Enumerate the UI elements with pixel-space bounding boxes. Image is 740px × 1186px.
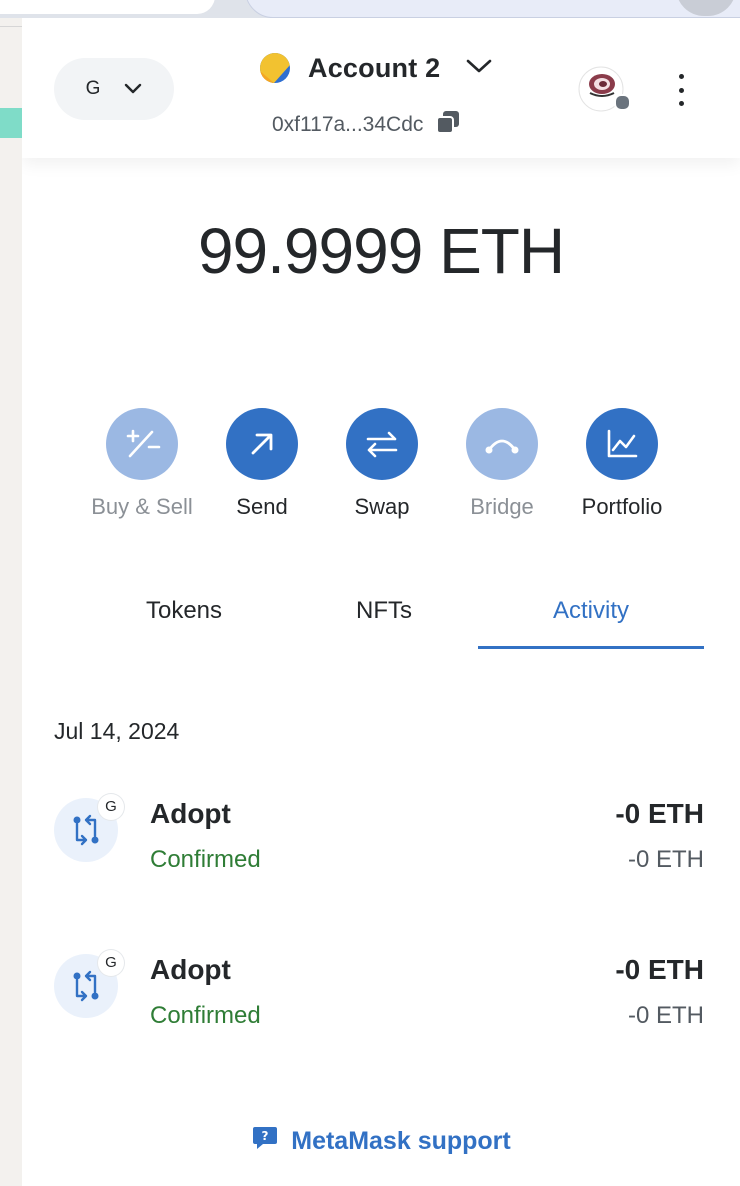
transaction-row[interactable]: G Adopt Confirmed -0 ETH -0 ETH: [54, 944, 704, 1034]
transaction-title: Adopt: [150, 954, 231, 985]
account-avatar-icon: [260, 53, 290, 83]
transaction-secondary-amount: -0 ETH: [627, 1002, 704, 1029]
swap-arrows-icon: [346, 408, 418, 480]
plus-minus-icon: [106, 408, 178, 480]
wallet-actions: Buy & Sell Send Swap Bridge Portfolio: [82, 408, 682, 528]
connection-status-dot: [614, 94, 631, 111]
tab-tokens[interactable]: Tokens: [94, 584, 274, 646]
background-highlight: [0, 108, 22, 138]
network-picker-button[interactable]: G: [54, 58, 174, 120]
background-page: [0, 18, 22, 1186]
network-label: G: [85, 78, 101, 99]
account-picker-button[interactable]: Account 2: [260, 48, 492, 88]
eth-balance: 99.9999 ETH: [197, 215, 565, 287]
transaction-status: Confirmed: [150, 846, 261, 873]
buy-sell-button[interactable]: Buy & Sell: [82, 408, 202, 520]
chart-icon: [586, 408, 658, 480]
kebab-dot: [678, 101, 684, 106]
bridge-button[interactable]: Bridge: [442, 408, 562, 520]
account-name: Account 2: [308, 52, 441, 83]
portfolio-button[interactable]: Portfolio: [562, 408, 682, 520]
chevron-down-icon: [466, 58, 492, 79]
transaction-status: Confirmed: [150, 1002, 261, 1029]
bridge-label: Bridge: [470, 494, 534, 519]
asset-tabs: Tokens NFTs Activity: [54, 584, 704, 650]
tab-nfts[interactable]: NFTs: [299, 584, 469, 646]
more-options-icon[interactable]: [670, 74, 692, 106]
kebab-dot: [678, 87, 684, 93]
bridge-icon: [466, 408, 538, 480]
send-label: Send: [236, 494, 288, 519]
transaction-secondary-amount: -0 ETH: [627, 846, 704, 873]
metamask-support-link[interactable]: ? MetaMask support: [22, 1124, 740, 1159]
transaction-row[interactable]: G Adopt Confirmed -0 ETH -0 ETH: [54, 788, 704, 878]
metamask-popup: G Account 2 0xf117a...34Cdc 99.9999 ETH …: [22, 18, 740, 1186]
contract-interaction-icon: G: [54, 950, 124, 1018]
connected-site-icon[interactable]: [578, 66, 631, 112]
transaction-amount: -0 ETH: [615, 954, 704, 985]
browser-address-bar[interactable]: [245, 0, 740, 18]
kebab-dot: [678, 74, 684, 79]
account-header: G Account 2 0xf117a...34Cdc: [22, 18, 740, 158]
swap-button[interactable]: Swap: [322, 408, 442, 520]
site-badge: G: [98, 950, 124, 976]
svg-text:?: ?: [262, 1129, 269, 1143]
account-address-copy[interactable]: 0xf117a...34Cdc: [272, 110, 461, 140]
browser-tab[interactable]: [0, 0, 215, 14]
support-chat-icon: ?: [251, 1124, 279, 1159]
chevron-down-icon: [124, 83, 142, 95]
arrow-up-right-icon: [226, 408, 298, 480]
contract-interaction-icon: G: [54, 794, 124, 862]
site-badge: G: [98, 794, 124, 820]
transaction-amount: -0 ETH: [615, 798, 704, 829]
buy-sell-label: Buy & Sell: [91, 494, 193, 519]
background-divider: [0, 26, 22, 27]
support-label: MetaMask support: [291, 1127, 511, 1155]
portfolio-label: Portfolio: [581, 494, 663, 519]
swap-label: Swap: [354, 494, 410, 519]
activity-date-header: Jul 14, 2024: [54, 718, 180, 744]
tab-activity[interactable]: Activity: [478, 584, 704, 649]
account-address: 0xf117a...34Cdc: [272, 113, 424, 136]
copy-icon[interactable]: [435, 110, 461, 140]
send-button[interactable]: Send: [202, 408, 322, 520]
transaction-title: Adopt: [150, 798, 231, 829]
